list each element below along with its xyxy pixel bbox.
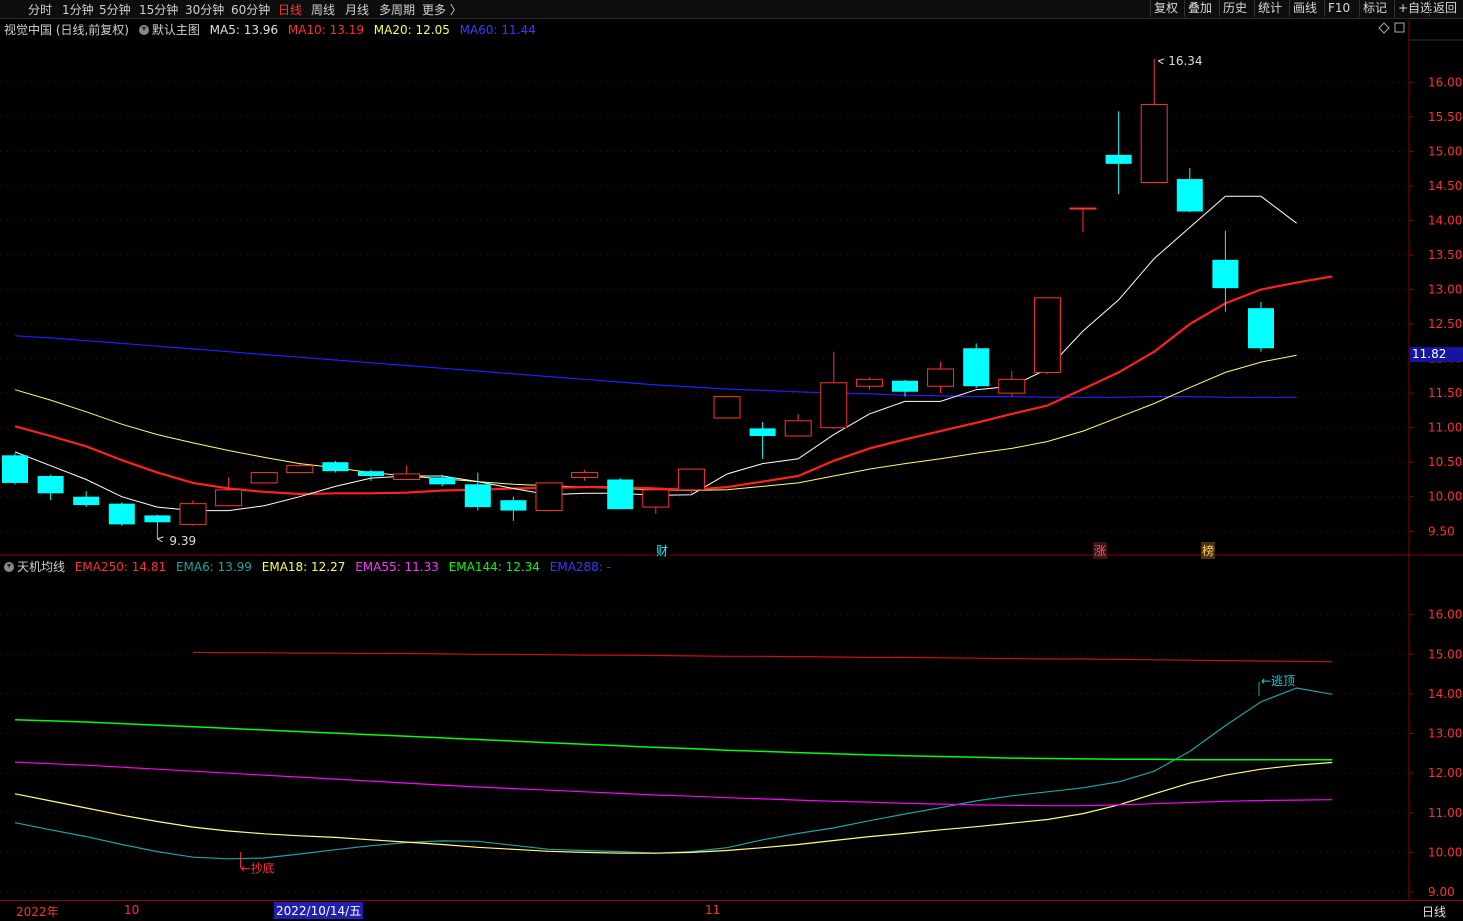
period-label[interactable]: 日线 [1422,903,1446,920]
candle-body-up [1033,297,1061,373]
candle-body-up [677,468,705,491]
main-tick-label: 15.00 [1428,144,1462,158]
candle-body-down [607,479,634,510]
ma60-line [14,335,1297,398]
cursor-date: 2022/10/14/五 [274,902,364,919]
year-label: 2022年 [16,905,59,919]
main-tick-label: 12.50 [1428,317,1462,331]
window-icon [1394,22,1405,33]
sub-tick-label: 15.00 [1428,647,1462,661]
top-signal-label: ←逃顶 [1261,674,1295,688]
candle-body-down [358,471,384,477]
diamond-icon [1378,22,1390,34]
ma20-line [14,354,1297,492]
sub-tick-label: 13.00 [1428,727,1462,741]
main-tick-label: 14.50 [1428,179,1462,193]
date-axis: 2022年 10 2022/10/14/五 11 日线 [0,900,1463,921]
sub-tick-label: 12.00 [1428,766,1462,780]
sub-tick-label: 16.00 [1428,608,1462,622]
candle-body-down [37,476,64,494]
candle-body-up [393,473,421,480]
sub-tick-label: 11.00 [1428,806,1462,820]
bottom-signal-label: ←抄底 [241,860,275,875]
main-tick-label: 13.00 [1428,283,1462,297]
main-tick-label: 10.00 [1428,490,1462,504]
candle-body-down [1212,259,1239,289]
candle-body-up [286,465,314,474]
sub-tick-label: 10.00 [1428,845,1462,859]
candle-body-down [1176,179,1203,212]
main-tick-label: 15.50 [1428,110,1462,124]
ema250-line [192,651,1333,663]
candle-body-up [1140,103,1168,183]
candle-body-down [963,348,990,387]
sub-tick-label: 14.00 [1428,687,1462,701]
finance-marker[interactable]: 财 [655,542,670,559]
main-tick-label: 9.50 [1428,524,1455,538]
main-tick-label: 10.50 [1428,455,1462,469]
last-price-tag: 11.82 [1410,347,1463,362]
ema144-line [14,718,1333,761]
candle-body-up [642,489,670,508]
main-tick-label: 13.50 [1428,248,1462,262]
candle-body-up [998,378,1026,394]
candle-body-down [429,477,456,485]
candle-body-down [108,503,135,525]
candle-body-up [571,472,599,478]
main-tick-label: 11.00 [1428,421,1462,435]
candle-body-down [892,380,918,392]
main-tick-label: 11.50 [1428,386,1462,400]
sub-tick-label: 9.00 [1428,885,1455,899]
low-label: 9.39 [169,534,196,548]
candle-body-down [464,484,491,508]
candle-body-up [927,368,955,387]
candle-body-down [1105,154,1132,164]
month-11-label: 11 [705,903,721,917]
ema55-line [14,761,1333,807]
candle-body-up [820,382,848,429]
candle-body-down [1248,308,1274,349]
candle-body-down [749,428,776,436]
candle-body-down [322,462,349,472]
high-arrow [1157,58,1165,65]
candle-body-down [2,455,28,483]
ma10-line [14,275,1333,496]
candle-body-up [215,489,243,507]
candle-body-down [500,500,527,511]
main-tick-label: 14.00 [1428,213,1462,227]
high-label: 16.34 [1168,54,1202,68]
month-10-label: 10 [124,903,140,917]
ma5-line [14,195,1297,512]
ema18-line [14,761,1333,854]
candle-body-up [250,472,278,484]
rank-marker[interactable]: 榜 [1201,542,1216,559]
candle-body-up [855,378,883,387]
candle-body-up [713,396,741,419]
candle-body-down [73,496,100,506]
main-tick-label: 16.00 [1428,75,1462,89]
candle-body-up [535,482,563,512]
kline-chart[interactable]: 9.50 10.00 10.50 11.00 11.50 12.00 12.50 13.00 1… [0,0,1463,900]
candle-body-down [144,515,171,523]
candle-body-up [179,503,207,525]
candle-body-up [1069,207,1097,210]
candle-body-up [784,420,812,437]
limit-up-marker[interactable]: 涨 [1093,542,1108,559]
low-arrow [157,536,164,543]
